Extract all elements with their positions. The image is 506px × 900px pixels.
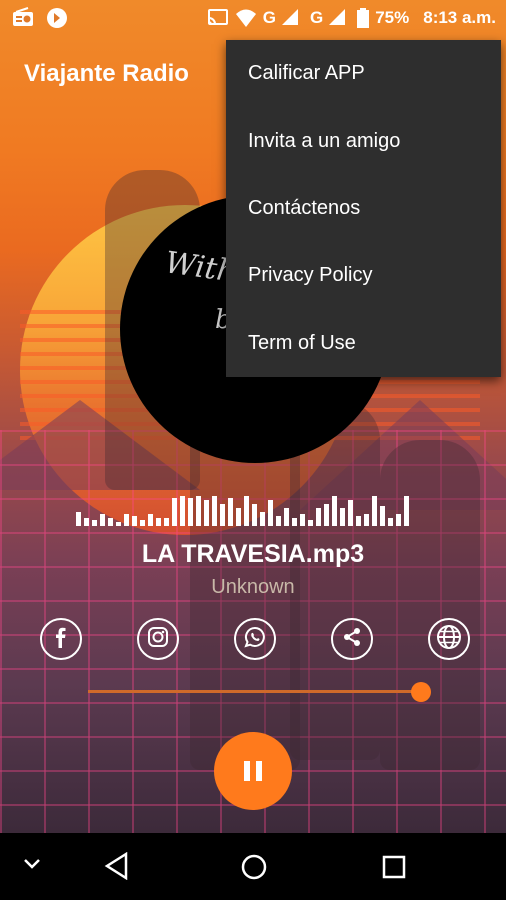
chevron-down-icon[interactable] (22, 857, 42, 876)
back-icon[interactable] (104, 851, 130, 885)
wifi-icon (235, 8, 257, 28)
share-button[interactable] (331, 618, 373, 660)
battery-percent: 75% (375, 8, 410, 27)
instagram-icon (147, 626, 169, 653)
menu-item-terms-of-use[interactable]: Term of Use (226, 310, 501, 377)
visualizer-bar (332, 496, 337, 526)
network-type-2: G (309, 8, 324, 27)
visualizer-bar (252, 504, 257, 526)
visualizer-bar (348, 500, 353, 526)
visualizer-bar (268, 500, 273, 526)
status-bar: G G 75% 8:13 a.m. (0, 0, 506, 36)
visualizer-bar (164, 518, 169, 526)
visualizer-bar (100, 514, 105, 526)
visualizer-bar (228, 498, 233, 526)
visualizer-bar (116, 522, 121, 526)
instagram-button[interactable] (137, 618, 179, 660)
signal-icon (281, 8, 304, 28)
signal-icon (329, 8, 351, 28)
menu-item-label: Contáctenos (248, 196, 361, 219)
menu-item-label: Invita a un amigo (248, 129, 401, 152)
visualizer-bar (388, 518, 393, 526)
pause-button[interactable] (214, 732, 292, 810)
visualizer-bar (364, 514, 369, 526)
visualizer-bar (276, 516, 281, 526)
app-notification-icon (46, 7, 68, 28)
visualizer-bar (316, 508, 321, 526)
visualizer-bar (196, 496, 201, 526)
menu-item-invite-friend[interactable]: Invita a un amigo (226, 107, 501, 174)
visualizer-bar (372, 496, 377, 526)
visualizer-bar (132, 516, 137, 526)
visualizer-bar (284, 508, 289, 526)
app-title: Viajante Radio (24, 60, 189, 87)
visualizer-bar (300, 514, 305, 526)
cast-icon (207, 8, 229, 28)
menu-item-privacy-policy[interactable]: Privacy Policy (226, 242, 501, 309)
visualizer-bar (292, 518, 297, 526)
visualizer-bar (84, 518, 89, 526)
visualizer-bar (180, 496, 185, 526)
visualizer-bar (396, 514, 401, 526)
menu-item-label: Calificar APP (248, 62, 365, 85)
visualizer-bar (108, 518, 113, 526)
radio-icon (12, 7, 34, 27)
facebook-icon (51, 626, 71, 653)
menu-item-label: Term of Use (248, 331, 356, 354)
audio-visualizer (76, 494, 432, 526)
visualizer-bar (76, 512, 81, 526)
visualizer-bar (324, 504, 329, 526)
visualizer-bar (244, 496, 249, 526)
visualizer-bar (92, 520, 97, 526)
visualizer-bar (188, 498, 193, 526)
menu-item-rate-app[interactable]: Calificar APP (226, 40, 501, 107)
visualizer-bar (156, 518, 161, 526)
navigation-bar (0, 833, 506, 900)
artist-name: Unknown (211, 576, 295, 598)
recents-icon[interactable] (381, 854, 407, 885)
visualizer-bar (236, 508, 241, 526)
visualizer-bar (340, 508, 345, 526)
visualizer-bar (140, 520, 145, 526)
app-screen: G G 75% 8:13 a.m. Viajante Radio With b … (0, 0, 506, 833)
globe-icon (436, 624, 462, 655)
battery-icon (357, 8, 370, 28)
website-button[interactable] (428, 618, 470, 660)
visualizer-bar (124, 514, 129, 526)
pause-icon (241, 761, 265, 781)
volume-slider-track[interactable] (88, 690, 422, 693)
song-title: LA TRAVESIA.mp3 (141, 540, 365, 568)
overflow-menu: Calificar APP Invita a un amigo Contácte… (226, 40, 501, 377)
social-links (40, 618, 470, 660)
visualizer-bar (148, 514, 153, 526)
menu-item-contact[interactable]: Contáctenos (226, 175, 501, 242)
network-type-1: G (262, 8, 276, 27)
visualizer-bar (220, 504, 225, 526)
whatsapp-button[interactable] (234, 618, 276, 660)
visualizer-bar (204, 500, 209, 526)
silhouette-decor (380, 440, 480, 770)
visualizer-bar (380, 506, 385, 526)
menu-item-label: Privacy Policy (248, 264, 373, 287)
visualizer-bar (404, 496, 409, 526)
visualizer-bar (308, 520, 313, 526)
visualizer-bar (260, 512, 265, 526)
home-icon[interactable] (240, 853, 268, 886)
whatsapp-icon (243, 625, 267, 654)
facebook-button[interactable] (40, 618, 82, 660)
clock: 8:13 a.m. (423, 8, 496, 27)
volume-slider-thumb[interactable] (411, 682, 431, 702)
visualizer-bar (356, 516, 361, 526)
visualizer-bar (212, 496, 217, 526)
share-icon (341, 626, 363, 653)
visualizer-bar (172, 498, 177, 526)
